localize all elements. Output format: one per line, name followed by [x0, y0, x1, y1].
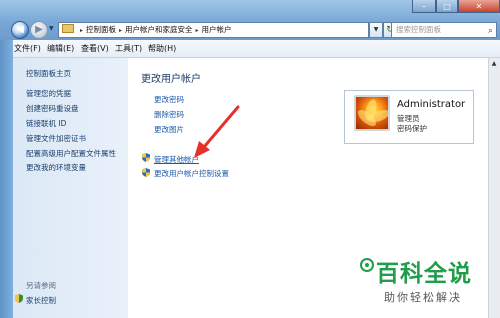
history-dropdown-icon[interactable]: ▼ — [49, 24, 55, 34]
sidebar-item-home[interactable]: 控制面板主页 — [26, 68, 71, 79]
search-placeholder: 搜索控制面板 — [396, 25, 441, 34]
annotation-arrow-icon — [194, 105, 240, 158]
sidebar-item-reset-disk[interactable]: 创建密码重设盘 — [26, 103, 79, 114]
breadcrumb-item[interactable]: 用户帐户和家庭安全 — [125, 25, 193, 34]
sidebar-item-profile[interactable]: 配置高级用户配置文件属性 — [26, 148, 116, 159]
address-dropdown-icon[interactable]: ▼ — [369, 22, 383, 38]
forward-button[interactable]: ▶ — [30, 21, 48, 39]
breadcrumb-separator-icon: ▸ — [119, 27, 123, 34]
menu-edit[interactable]: 编辑(E) — [47, 43, 74, 54]
uac-settings-link[interactable]: 更改用户帐户控制设置 — [154, 168, 229, 179]
watermark-subtitle: 助你轻松解决 — [384, 291, 462, 304]
minimize-button[interactable]: – — [412, 0, 436, 13]
breadcrumb-separator-icon: ▸ — [80, 27, 84, 34]
back-button[interactable]: ◀ — [11, 21, 29, 39]
see-also-label: 另请参阅 — [26, 281, 56, 290]
watermark-title: 百科全说 — [376, 261, 472, 287]
parental-shield-icon — [15, 294, 23, 303]
desktop-edge — [0, 40, 13, 318]
close-button[interactable]: ✕ — [458, 0, 500, 13]
menu-bar: 文件(F) 编辑(E) 查看(V) 工具(T) 帮助(H) — [0, 40, 500, 58]
sidebar-item-encryption[interactable]: 管理文件加密证书 — [26, 133, 86, 144]
search-icon[interactable]: ⌕ — [488, 24, 493, 38]
menu-view[interactable]: 查看(V) — [81, 43, 109, 54]
breadcrumb-item[interactable]: 控制面板 — [86, 25, 116, 34]
change-password-link[interactable]: 更改密码 — [154, 94, 184, 105]
address-bar[interactable]: ▸ 控制面板 ▸ 用户帐户和家庭安全 ▸ 用户帐户 — [58, 22, 369, 38]
control-panel-icon — [62, 24, 74, 33]
menu-help[interactable]: 帮助(H) — [148, 43, 176, 54]
sidebar-item-credentials[interactable]: 管理您的凭据 — [26, 88, 71, 99]
change-picture-link[interactable]: 更改图片 — [154, 124, 184, 135]
uac-shield-icon — [142, 153, 150, 162]
account-protection: 密码保护 — [397, 124, 427, 133]
menu-tools[interactable]: 工具(T) — [115, 43, 142, 54]
account-picture[interactable] — [354, 95, 390, 131]
sidebar-item-parental[interactable]: 家长控制 — [26, 295, 56, 306]
scroll-up-icon[interactable]: ▲ — [488, 58, 500, 70]
search-input[interactable]: 搜索控制面板 ⌕ — [391, 22, 497, 38]
vertical-scrollbar[interactable] — [488, 58, 500, 318]
account-name: Administrator — [397, 99, 466, 110]
remove-password-link[interactable]: 删除密码 — [154, 109, 184, 120]
uac-shield-icon — [142, 168, 150, 177]
watermark-logo-icon — [360, 258, 374, 272]
sidebar-item-env-vars[interactable]: 更改我的环境变量 — [26, 162, 86, 173]
sidebar-item-online-id[interactable]: 链接联机 ID — [26, 118, 66, 129]
breadcrumb-separator-icon: ▸ — [195, 27, 199, 34]
page-title: 更改用户帐户 — [141, 74, 201, 85]
maximize-button[interactable]: □ — [436, 0, 458, 13]
breadcrumb-item[interactable]: 用户帐户 — [202, 25, 232, 34]
menu-file[interactable]: 文件(F) — [14, 43, 41, 54]
